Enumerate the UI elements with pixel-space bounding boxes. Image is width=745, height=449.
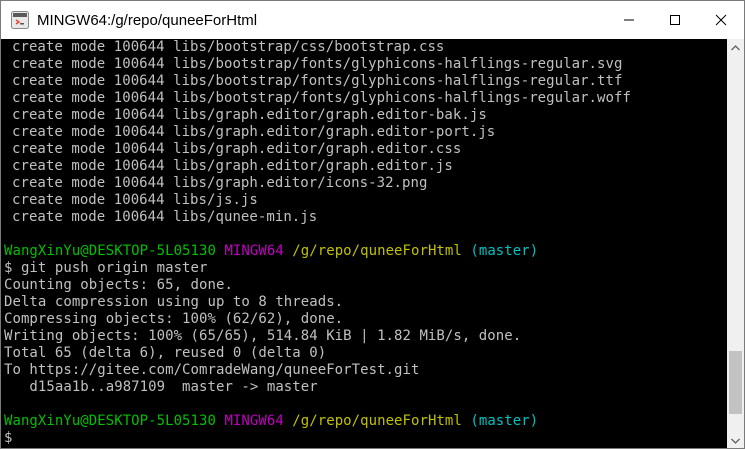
git-bash-icon	[11, 11, 29, 29]
minimize-button[interactable]	[606, 1, 652, 39]
prompt-branch: (master)	[470, 413, 539, 429]
terminal-window: MINGW64:/g/repo/quneeForHtml create mode…	[0, 0, 745, 449]
minimize-icon	[624, 19, 634, 21]
output-line: create mode 100644 libs/bootstrap/css/bo…	[12, 39, 445, 55]
chevron-down-icon	[731, 438, 740, 444]
title-bar[interactable]: MINGW64:/g/repo/quneeForHtml	[1, 1, 744, 39]
prompt-branch: (master)	[470, 243, 539, 259]
chevron-up-icon	[731, 44, 740, 50]
output-line: create mode 100644 libs/graph.editor/ico…	[12, 175, 428, 191]
prompt-line: WangXinYu@DESKTOP-5L05130 MINGW64 /g/rep…	[4, 243, 728, 260]
output-line: create mode 100644 libs/graph.editor/gra…	[12, 158, 453, 174]
command-line: $ git push origin master	[4, 260, 208, 276]
close-icon	[715, 14, 727, 26]
prompt-user: WangXinYu@DESKTOP-5L05130	[4, 243, 216, 259]
output-line: Compressing objects: 100% (62/62), done.	[4, 311, 344, 327]
output-line: create mode 100644 libs/bootstrap/fonts/…	[12, 90, 631, 106]
output-line: Counting objects: 65, done.	[4, 277, 233, 293]
output-line: create mode 100644 libs/bootstrap/fonts/…	[12, 73, 623, 89]
maximize-button[interactable]	[652, 1, 698, 39]
scroll-up-button[interactable]	[727, 39, 744, 56]
output-line: create mode 100644 libs/graph.editor/gra…	[12, 141, 462, 157]
input-line[interactable]: $	[4, 430, 728, 447]
close-button[interactable]	[698, 1, 744, 39]
prompt-path: /g/repo/quneeForHtml	[292, 413, 462, 429]
prompt-env: MINGW64	[224, 413, 284, 429]
scroll-down-button[interactable]	[727, 432, 744, 448]
output-line: Delta compression using up to 8 threads.	[4, 294, 344, 310]
output-line: d15aa1b..a987109 master -> master	[4, 379, 318, 395]
output-line: create mode 100644 libs/graph.editor/gra…	[12, 124, 496, 140]
maximize-icon	[670, 15, 680, 25]
prompt-env: MINGW64	[224, 243, 284, 259]
window-title: MINGW64:/g/repo/quneeForHtml	[37, 11, 258, 29]
prompt-user: WangXinYu@DESKTOP-5L05130	[4, 413, 216, 429]
output-line: Total 65 (delta 6), reused 0 (delta 0)	[4, 345, 327, 361]
output-line: create mode 100644 libs/graph.editor/gra…	[12, 107, 487, 123]
prompt-path: /g/repo/quneeForHtml	[292, 243, 462, 259]
vertical-scrollbar[interactable]	[727, 39, 744, 448]
prompt-line: WangXinYu@DESKTOP-5L05130 MINGW64 /g/rep…	[4, 413, 728, 430]
scrollbar-thumb[interactable]	[729, 351, 742, 414]
output-line: create mode 100644 libs/js.js	[12, 192, 258, 208]
output-line: Writing objects: 100% (65/65), 514.84 Ki…	[4, 328, 522, 344]
window-controls	[606, 1, 744, 39]
output-line: To https://gitee.com/ComradeWang/quneeFo…	[4, 362, 420, 378]
output-line: create mode 100644 libs/bootstrap/fonts/…	[12, 56, 623, 72]
terminal-output[interactable]: create mode 100644 libs/bootstrap/css/bo…	[1, 39, 728, 448]
output-line: create mode 100644 libs/qunee-min.js	[12, 209, 318, 225]
